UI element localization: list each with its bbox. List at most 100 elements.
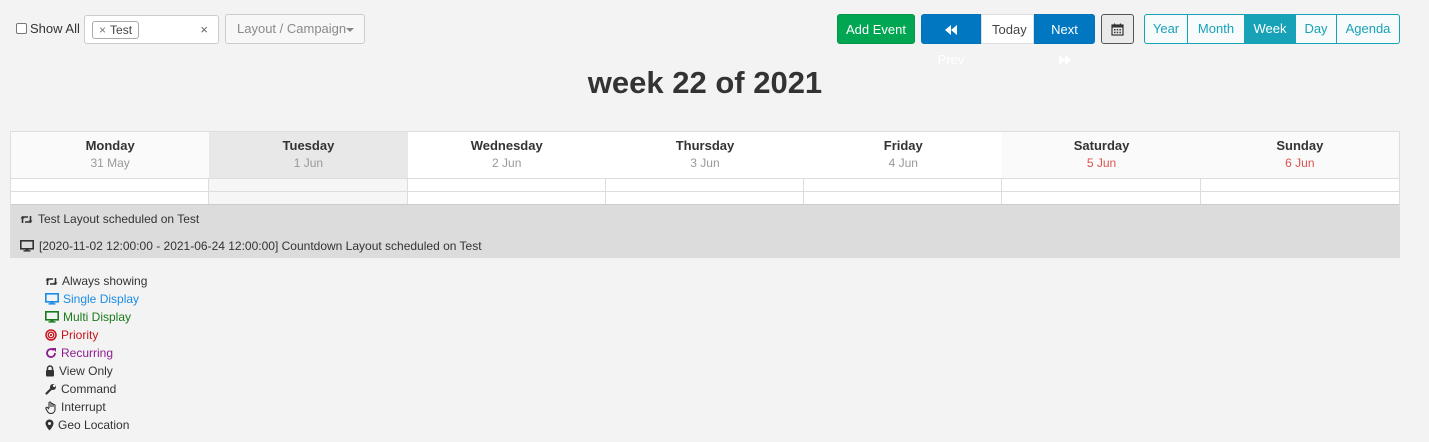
day-header[interactable]: Thursday 3 Jun [605,132,805,178]
event-text: Test Layout scheduled on Test [38,212,200,226]
day-name: Saturday [1073,138,1130,153]
add-event-button[interactable]: Add Event [837,14,915,44]
lock-icon [46,365,54,377]
day-cell[interactable] [605,192,805,204]
calendar-grid-row [11,191,1399,204]
calendar-icon [1111,23,1124,36]
day-date: 3 Jun [690,156,720,170]
day-header[interactable]: Wednesday 2 Jun [407,132,606,178]
event-item[interactable]: [2020-11-02 12:00:00 - 2021-06-24 12:00:… [20,239,482,253]
day-date: 4 Jun [888,156,918,170]
day-name: Thursday [675,138,735,153]
display-icon [45,311,59,323]
retweet-icon [45,277,58,285]
selected-tag-label: Test [110,23,133,37]
legend-item-view-only: View Only [45,362,147,380]
day-name: Sunday [1276,138,1324,153]
legend-label: Multi Display [63,310,132,324]
day-cell[interactable] [804,192,1003,204]
event-legend: Always showing Single Display Multi Disp… [45,272,147,434]
calendar-title: week 22 of 2021 [587,65,823,100]
day-cell[interactable] [407,179,606,191]
day-cell[interactable] [11,179,210,191]
display-icon [45,293,59,305]
legend-label: Single Display [63,292,140,306]
retweet-icon [20,215,33,223]
week-calendar: Monday 31 May Tuesday 1 Jun Wednesday 2 … [10,131,1400,258]
calendar-toolbar: Show All × Test × Layout / Campaign Add … [0,0,1429,67]
day-date: 1 Jun [293,156,324,170]
legend-item-geo-location: Geo Location [45,416,147,434]
legend-label: Interrupt [61,400,106,414]
events-list: Test Layout scheduled on Test [2020-11-0… [11,204,1399,258]
view-week-button[interactable]: Week [1244,14,1296,44]
day-date: 5 Jun [1086,156,1117,170]
backward-icon [945,25,957,35]
map-marker-icon [45,419,54,431]
layout-campaign-dropdown[interactable]: Layout / Campaign [225,14,365,44]
view-agenda-button[interactable]: Agenda [1336,14,1400,44]
day-name: Friday [883,138,923,153]
event-text: [2020-11-02 12:00:00 - 2021-06-24 12:00:… [39,239,482,253]
clear-selection-icon[interactable]: × [200,22,208,37]
event-item[interactable]: Test Layout scheduled on Test [20,212,199,226]
legend-label: Always showing [62,274,148,288]
date-picker-button[interactable] [1101,14,1134,44]
view-switcher: Year Month Week Day Agenda [1144,14,1400,44]
legend-item-command: Command [45,380,147,398]
wrench-icon [45,384,56,395]
legend-item-priority: Priority [45,326,147,344]
view-day-button[interactable]: Day [1295,14,1337,44]
show-all-checkbox[interactable] [16,23,27,34]
day-cell[interactable] [11,192,210,204]
refresh-icon [46,348,56,358]
legend-label: View Only [59,364,113,378]
day-header[interactable]: Saturday 5 Jun [1002,132,1201,178]
legend-label: Priority [61,328,99,342]
calendar-grid-row [11,178,1399,191]
day-name: Tuesday [282,138,335,153]
show-all-toggle[interactable]: Show All [16,21,80,36]
day-header[interactable]: Friday 4 Jun [804,132,1003,178]
legend-item-interrupt: Interrupt [45,398,147,416]
day-date: 31 May [90,156,130,170]
day-cell[interactable] [605,179,805,191]
day-date: 6 Jun [1285,156,1315,170]
view-month-button[interactable]: Month [1187,14,1245,44]
caret-down-icon [346,28,354,32]
legend-item-single-display: Single Display [45,290,147,308]
hand-icon [45,400,56,414]
legend-item-recurring: Recurring [45,344,147,362]
day-cell[interactable] [209,192,408,204]
day-cell[interactable] [407,192,606,204]
day-cell[interactable] [1002,192,1201,204]
show-all-label: Show All [30,21,80,36]
legend-item-always-showing: Always showing [45,272,147,290]
navigation-group: Prev Today Next [921,14,1095,67]
day-header[interactable]: Sunday 6 Jun [1200,132,1399,178]
remove-tag-icon[interactable]: × [99,22,106,38]
display-group-select[interactable]: × Test × [84,15,219,44]
legend-label: Recurring [61,346,114,360]
day-cell[interactable] [1002,179,1201,191]
day-cell[interactable] [1200,192,1399,204]
legend-item-multi-display: Multi Display [45,308,147,326]
day-header-today[interactable]: Tuesday 1 Jun [209,132,408,178]
day-cell[interactable] [804,179,1003,191]
legend-label: Geo Location [58,418,130,432]
prev-button[interactable]: Prev [921,14,981,67]
legend-label: Command [61,382,117,396]
bullseye-icon [45,329,57,341]
day-cell[interactable] [209,179,408,191]
display-icon [20,240,34,252]
next-button[interactable]: Next [1034,14,1095,65]
today-button[interactable]: Today [981,14,1034,44]
day-header[interactable]: Monday 31 May [11,132,210,178]
next-label: Next [1051,22,1078,37]
view-year-button[interactable]: Year [1144,14,1188,44]
day-cell[interactable] [1200,179,1399,191]
day-name: Monday [85,138,135,153]
day-date: 2 Jun [492,156,522,170]
day-name: Wednesday [470,138,543,153]
selected-tag-chip: × Test [92,21,140,39]
